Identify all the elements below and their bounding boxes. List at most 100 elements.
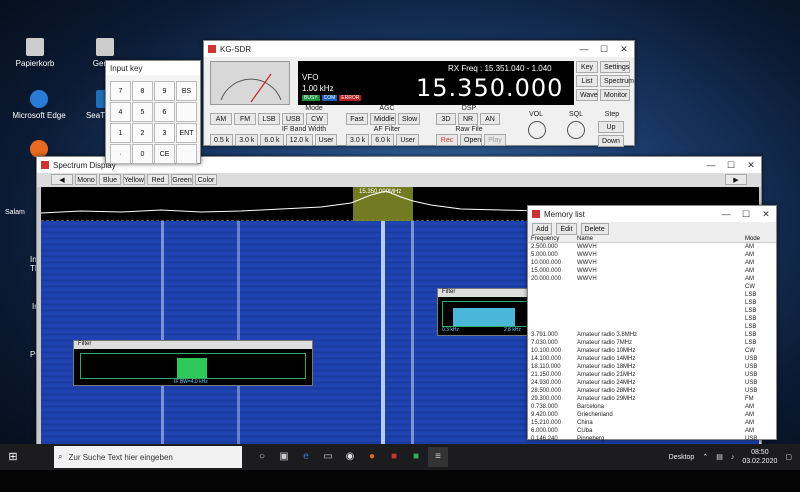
ifbw-user-button[interactable]: User [314,134,338,146]
table-row[interactable]: 0.738.000 Barcelona AM [528,403,776,411]
af-6-0k-button[interactable]: 6.0 k [371,134,395,146]
color-blue-button[interactable]: Blue [99,174,121,185]
table-row[interactable]: 9.420.000 Griechenland AM [528,411,776,419]
firefox-taskbar-icon[interactable]: ● [362,447,382,467]
color-yellow-button[interactable]: Yellow [123,174,145,185]
app-taskbar-icon-1[interactable]: ■ [384,447,404,467]
desktop-toolbar-label[interactable]: Desktop [669,454,695,461]
table-row[interactable]: 10.000.000 WWVH AM [528,259,776,267]
mode-lsb-button[interactable]: LSB [258,113,280,125]
keypad-key[interactable]: 5 [132,102,153,122]
desktop-icon-infa-th[interactable]: Infa Th [0,255,43,273]
close-icon[interactable]: ✕ [756,209,776,220]
agc-middle-button[interactable]: Middle [370,113,396,125]
maximize-icon[interactable]: ☐ [736,209,756,220]
rec-button[interactable]: Rec [436,134,458,146]
table-row[interactable]: 3.791.000 Amateur radio 3.8MHz LSB [528,331,776,339]
keypad-titlebar[interactable]: Input key [106,61,200,75]
table-row[interactable]: 28.500.000 Amateur radio 28MHz USB [528,387,776,395]
keypad-key[interactable]: 7 [110,81,131,101]
keypad-key[interactable] [176,144,197,164]
notifications-icon[interactable]: ▢ [785,453,792,461]
table-row[interactable]: LSB [528,291,776,299]
desktop-icon-pc[interactable]: PC- [0,350,44,359]
step-up-button[interactable]: Up [598,121,624,133]
table-row[interactable]: LSB [528,315,776,323]
keypad-key[interactable]: 4 [110,102,131,122]
scroll-right-button[interactable]: ▶ [725,174,747,185]
dsp-nr-button[interactable]: NR [458,113,478,125]
vol-knob[interactable] [528,121,546,139]
table-row[interactable]: 5.000.000 WWVH AM [528,251,776,259]
table-row[interactable]: LSB [528,299,776,307]
desktop-icon-edge[interactable]: Microsoft Edge [4,90,74,120]
ifbw-12-0k-button[interactable]: 12.0 k [285,134,313,146]
minimize-icon[interactable]: — [716,209,736,219]
mode-fm-button[interactable]: FM [234,113,256,125]
close-icon[interactable]: ✕ [741,160,761,171]
keypad-key[interactable]: · [110,144,131,164]
keypad-key[interactable]: 3 [154,123,175,143]
table-row[interactable]: LSB [528,323,776,331]
agc-slow-button[interactable]: Slow [398,113,420,125]
open-button[interactable]: Open [460,134,482,146]
table-row[interactable]: 21.150.000 Amateur radio 21MHz USB [528,371,776,379]
table-row[interactable]: LSB [528,307,776,315]
keypad-key[interactable]: 1 [110,123,131,143]
tray-chevron-icon[interactable]: ⌃ [702,453,708,461]
step-down-button[interactable]: Down [598,135,624,147]
wave-button[interactable]: Wave [576,89,598,101]
windows-start-icon[interactable]: ⊞ [0,444,26,470]
table-row[interactable]: 6.000.000 CUba AM [528,427,776,435]
settings-button[interactable]: Settings [600,61,630,73]
keypad-key[interactable]: 9 [154,81,175,101]
agc-fast-button[interactable]: Fast [346,113,368,125]
close-icon[interactable]: ✕ [614,44,634,55]
keypad-key[interactable]: 6 [154,102,175,122]
table-row[interactable]: 24.930.000 Amateur radio 24MHz USB [528,379,776,387]
mode-cw-button[interactable]: CW [306,113,328,125]
if-filter-panel[interactable]: Filter IF BW=4.0 kHz [73,340,313,386]
kg-sdr-taskbar-icon[interactable]: ≡ [428,447,448,467]
table-row[interactable]: 7.030.000 Amateur radio 7MHz LSB [528,339,776,347]
table-row[interactable]: CW [528,283,776,291]
color-red-button[interactable]: Red [147,174,169,185]
ifbw-3-0k-button[interactable]: 3.0 k [235,134,259,146]
spectrum-button[interactable]: Spectrum [600,75,634,87]
sql-knob[interactable] [567,121,585,139]
ifbw-0-5k-button[interactable]: 0.5 k [210,134,234,146]
maximize-icon[interactable]: ☐ [721,160,741,171]
monitor-button[interactable]: Monitor [600,89,630,101]
maximize-icon[interactable]: ☐ [594,44,614,55]
memory-titlebar[interactable]: Memory list — ☐ ✕ [528,206,776,222]
color-color-button[interactable]: Color [195,174,217,185]
table-row[interactable]: 20.000.000 WWVH AM [528,275,776,283]
scroll-left-button[interactable]: ◀ [51,174,73,185]
task-view-icon[interactable]: ○ [252,447,272,467]
keypad-key[interactable]: 2 [132,123,153,143]
table-row[interactable]: 15.210.000 China AM [528,419,776,427]
key-button[interactable]: Key [576,61,598,73]
delete-button[interactable]: Delete [580,223,609,235]
mode-am-button[interactable]: AM [210,113,232,125]
af-user-button[interactable]: User [396,134,420,146]
minimize-icon[interactable]: — [574,44,594,54]
dsp-3d-button[interactable]: 3D [436,113,456,125]
sdr-titlebar[interactable]: KG-SDR — ☐ ✕ [204,41,634,57]
add-button[interactable]: Add [532,223,553,235]
table-row[interactable]: 18.110.000 Amateur radio 18MHz USB [528,363,776,371]
af-3-0k-button[interactable]: 3.0 k [346,134,370,146]
table-row[interactable]: 14.100.000 Amateur radio 14MHz USB [528,355,776,363]
edge-taskbar-icon[interactable]: e [296,447,316,467]
play-button[interactable]: Play [484,134,506,146]
keypad-key[interactable] [176,102,197,122]
keypad-key[interactable]: CE [154,144,175,164]
taskbar-search[interactable]: ⌕ Zur Suche Text hier eingeben [54,446,242,468]
mode-usb-button[interactable]: USB [282,113,304,125]
keypad-key[interactable]: 8 [132,81,153,101]
table-row[interactable]: 0.146.240 Pinneberg USB [528,435,776,443]
keypad-key[interactable]: BS [176,81,197,101]
keypad-key[interactable]: ENT [176,123,197,143]
list-button[interactable]: List [576,75,598,87]
volume-icon[interactable]: ♪ [731,454,735,461]
